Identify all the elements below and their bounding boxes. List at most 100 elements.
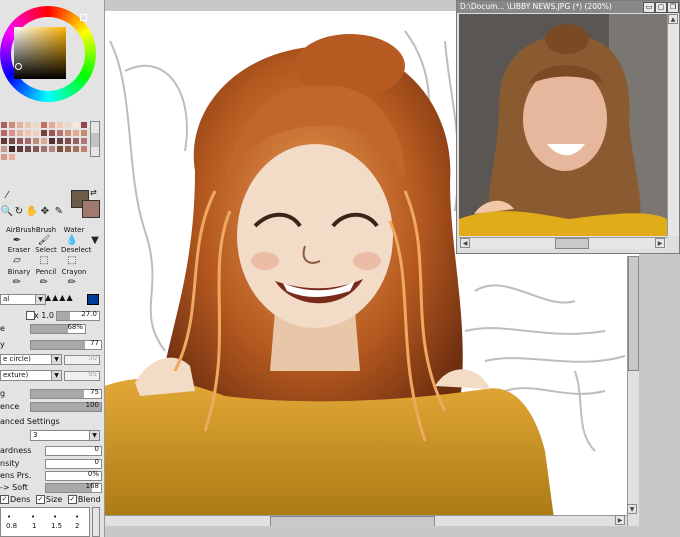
palette-swatch[interactable] bbox=[57, 122, 63, 128]
saturation-value-square[interactable] bbox=[14, 27, 66, 79]
palette-swatch[interactable] bbox=[17, 122, 23, 128]
ref-hscroll-thumb[interactable] bbox=[555, 238, 589, 249]
tool-crayon[interactable]: Crayon bbox=[61, 268, 87, 276]
edge-hardness-slider[interactable]: 0 bbox=[45, 445, 102, 456]
pressure-dens-checkbox[interactable]: ✓ bbox=[0, 495, 9, 504]
pen-icon[interactable]: ✎ bbox=[52, 206, 66, 217]
palette-swatch[interactable] bbox=[9, 122, 15, 128]
palette-swatch[interactable] bbox=[41, 130, 47, 136]
shape-strength-slider[interactable]: 50 bbox=[64, 354, 100, 365]
crayon-icon[interactable]: ✏ bbox=[65, 277, 79, 288]
palette-swatch[interactable] bbox=[33, 130, 39, 136]
canvas-scroll-down-icon[interactable]: ▼ bbox=[627, 504, 637, 514]
palette-scroll-thumb[interactable] bbox=[91, 133, 99, 147]
pressure-blend-checkbox[interactable]: ✓ bbox=[67, 495, 77, 504]
palette-swatch[interactable] bbox=[57, 146, 63, 152]
persistence-slider[interactable]: 100 bbox=[30, 401, 102, 412]
eraser-icon[interactable]: ▱ bbox=[10, 255, 24, 266]
preset-size[interactable]: 0.8 bbox=[6, 522, 17, 530]
minimize-icon[interactable]: ▭ bbox=[643, 2, 655, 13]
palette-swatch[interactable] bbox=[49, 122, 55, 128]
reference-horizontal-scrollbar[interactable] bbox=[459, 237, 667, 249]
palette-swatch[interactable] bbox=[9, 130, 15, 136]
palette-swatch[interactable] bbox=[25, 138, 31, 144]
ref-scroll-up-icon[interactable]: ▲ bbox=[668, 14, 678, 24]
palette-swatch[interactable] bbox=[81, 122, 87, 128]
palette-swatch[interactable] bbox=[81, 138, 87, 144]
ref-scroll-left-icon[interactable]: ◀ bbox=[460, 238, 470, 248]
binary-pen-icon[interactable]: ✏ bbox=[10, 277, 24, 288]
canvas-scroll-right-icon[interactable]: ▶ bbox=[615, 515, 625, 525]
advanced-settings-label[interactable]: anced Settings bbox=[0, 417, 60, 426]
palette-swatch[interactable] bbox=[9, 138, 15, 144]
preset-size[interactable]: 1.5 bbox=[51, 522, 62, 530]
deselect-icon[interactable]: ⬚ bbox=[65, 255, 79, 266]
move-icon[interactable]: ✥ bbox=[38, 206, 52, 217]
palette-swatch[interactable] bbox=[73, 122, 79, 128]
texture-strength-slider[interactable]: 95 bbox=[64, 370, 100, 381]
preset-dot[interactable]: • bbox=[7, 513, 11, 521]
palette-scrollbar[interactable] bbox=[90, 121, 100, 157]
brush-texture-select[interactable]: exture) ▼ bbox=[0, 370, 62, 381]
swap-colors-icon[interactable]: ⇄ bbox=[90, 188, 97, 197]
palette-swatch[interactable] bbox=[33, 146, 39, 152]
palette-swatch[interactable] bbox=[9, 154, 15, 160]
palette-swatch[interactable] bbox=[33, 138, 39, 144]
secondary-color-swatch[interactable] bbox=[82, 200, 100, 218]
canvas-vscroll-thumb[interactable] bbox=[628, 256, 639, 371]
palette-swatch[interactable] bbox=[73, 130, 79, 136]
reference-window[interactable]: D:\Docum... \LIBBY NEWS.JPG (*) (200%) ▭… bbox=[456, 0, 680, 254]
rotate-icon[interactable]: ↻ bbox=[12, 206, 26, 217]
min-density-slider[interactable]: 0 bbox=[45, 458, 102, 469]
palette-swatch[interactable] bbox=[41, 146, 47, 152]
canvas-hscroll-thumb[interactable] bbox=[270, 516, 435, 526]
brush-size-presets[interactable]: • • • • 0.8 1 1.5 2 bbox=[0, 507, 90, 537]
tool-airbrush[interactable]: AirBrush bbox=[6, 226, 36, 234]
preset-size[interactable]: 1 bbox=[32, 522, 36, 530]
presets-scrollbar[interactable] bbox=[92, 507, 100, 537]
palette-swatch[interactable] bbox=[25, 122, 31, 128]
color-palette[interactable] bbox=[1, 122, 89, 168]
hand-icon[interactable]: ✋ bbox=[25, 206, 39, 217]
palette-swatch[interactable] bbox=[65, 138, 71, 144]
palette-swatch[interactable] bbox=[81, 130, 87, 136]
ref-scroll-right-icon[interactable]: ▶ bbox=[655, 238, 665, 248]
brush-shape-selected[interactable] bbox=[87, 294, 99, 305]
palette-swatch[interactable] bbox=[1, 154, 7, 160]
palette-swatch[interactable] bbox=[57, 138, 63, 144]
canvas-vertical-scrollbar[interactable] bbox=[627, 256, 639, 526]
preset-dot[interactable]: • bbox=[53, 513, 57, 521]
palette-swatch[interactable] bbox=[9, 146, 15, 152]
palette-swatch[interactable] bbox=[25, 130, 31, 136]
canvas-horizontal-scrollbar[interactable] bbox=[105, 515, 627, 526]
select-icon[interactable]: ⬚ bbox=[37, 255, 51, 266]
airbrush-icon[interactable]: ✒ bbox=[10, 235, 24, 246]
palette-swatch[interactable] bbox=[33, 122, 39, 128]
palette-swatch[interactable] bbox=[57, 130, 63, 136]
scroll-down-icon[interactable]: ▼ bbox=[88, 235, 102, 246]
tool-deselect[interactable]: Deselect bbox=[61, 246, 92, 254]
tool-pencil[interactable]: Pencil bbox=[33, 268, 59, 276]
preset-dot[interactable]: • bbox=[75, 513, 79, 521]
tool-water[interactable]: Water bbox=[61, 226, 87, 234]
density-slider[interactable]: 77 bbox=[30, 339, 102, 350]
water-icon[interactable]: 💧 bbox=[65, 235, 79, 246]
palette-swatch[interactable] bbox=[1, 138, 7, 144]
blending-slider[interactable]: 75 bbox=[30, 388, 102, 399]
tool-binary[interactable]: Binary bbox=[6, 268, 32, 276]
palette-swatch[interactable] bbox=[73, 146, 79, 152]
palette-swatch[interactable] bbox=[81, 146, 87, 152]
palette-swatch[interactable] bbox=[41, 122, 47, 128]
palette-swatch[interactable] bbox=[25, 146, 31, 152]
preset-size[interactable]: 2 bbox=[75, 522, 79, 530]
brush-icon[interactable]: 🖌 bbox=[37, 235, 51, 246]
eyedropper-icon[interactable]: ⁄ bbox=[0, 190, 14, 201]
palette-swatch[interactable] bbox=[1, 146, 7, 152]
palette-swatch[interactable] bbox=[17, 130, 23, 136]
restore-icon[interactable]: ❐ bbox=[667, 2, 679, 13]
quality-select[interactable]: 3 ▼ bbox=[30, 430, 100, 441]
palette-swatch[interactable] bbox=[49, 138, 55, 144]
tool-select[interactable]: Select bbox=[33, 246, 59, 254]
brush-shape-icons[interactable]: ▲▲▲▲ bbox=[45, 293, 85, 303]
palette-swatch[interactable] bbox=[41, 138, 47, 144]
